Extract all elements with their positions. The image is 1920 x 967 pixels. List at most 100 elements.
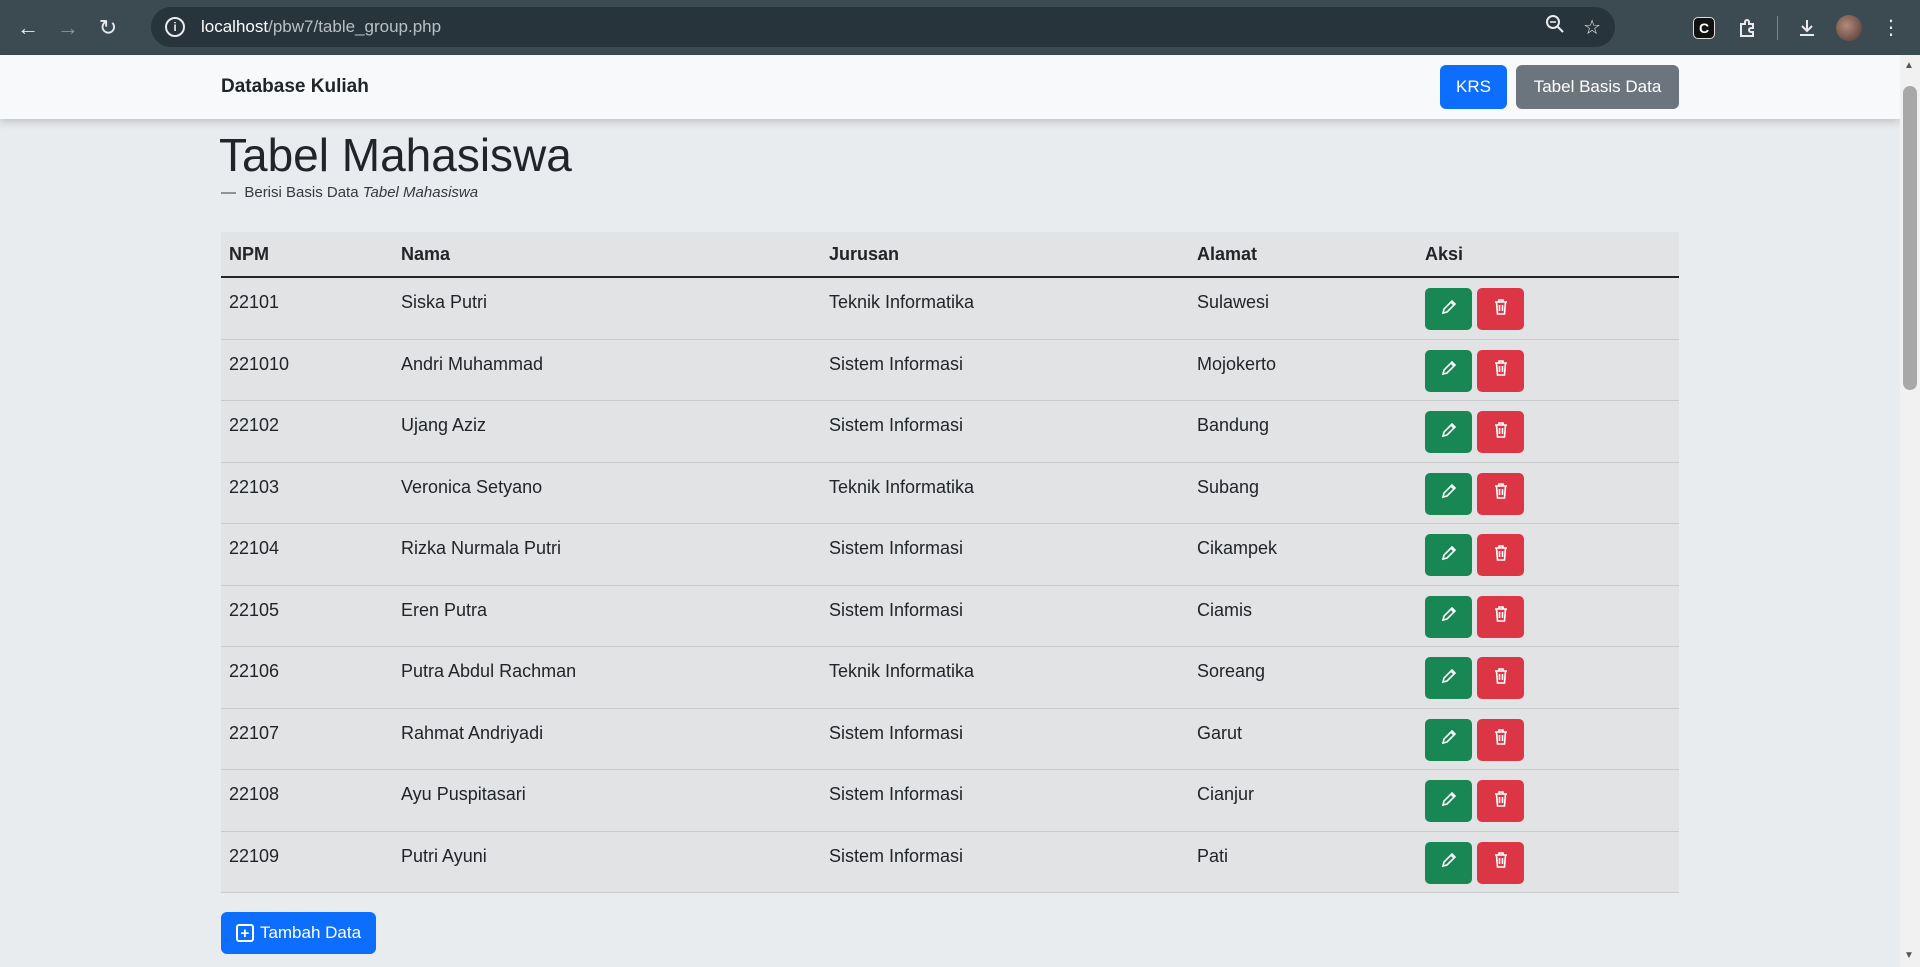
edit-button[interactable] [1425, 411, 1472, 453]
cell-aksi [1417, 832, 1679, 893]
url-host: localhost [201, 17, 269, 36]
cell-jurusan: Teknik Informatika [829, 476, 975, 497]
table-row: 22103 Veronica Setyano Teknik Informatika S… [221, 463, 1679, 524]
delete-button[interactable] [1477, 534, 1524, 576]
trash-icon [1493, 544, 1509, 567]
trash-icon [1493, 605, 1509, 628]
trash-icon [1493, 482, 1509, 505]
mahasiswa-table: NPM Nama Jurusan Alamat Aksi 22101 Siska … [221, 232, 1679, 893]
navbar-brand[interactable]: Database Kuliah [221, 76, 369, 98]
edit-button[interactable] [1425, 472, 1472, 515]
delete-button[interactable] [1477, 288, 1524, 330]
table-row: 22104 Rizka Nurmala Putri Sistem Informasi… [221, 524, 1679, 586]
cell-jurusan: Sistem Informasi [829, 845, 964, 866]
cell-npm: 22104 [229, 538, 280, 558]
edit-button[interactable] [1425, 534, 1472, 576]
profile-avatar[interactable] [1836, 14, 1862, 41]
toolbar-divider [1777, 15, 1778, 40]
cell-alamat: Pati [1197, 845, 1229, 866]
cell-npm: 22108 [229, 784, 280, 804]
header-jurusan: Jurusan [829, 243, 900, 264]
subtitle-text: Berisi Basis Data [244, 184, 359, 201]
krs-button[interactable]: KRS [1440, 65, 1507, 109]
table-row: 22107 Rahmat Andriyadi Sistem Informasi Gar… [221, 709, 1679, 770]
cell-npm: 22102 [229, 415, 280, 435]
zoom-icon[interactable] [1545, 14, 1565, 40]
pencil-icon [1440, 421, 1458, 444]
edit-button[interactable] [1425, 288, 1472, 330]
site-info-icon[interactable]: i [165, 17, 185, 37]
cell-alamat: Subang [1197, 476, 1260, 497]
scroll-up-arrow-icon[interactable]: ▲ [1904, 60, 1914, 71]
back-icon[interactable]: ← [8, 8, 48, 48]
cell-aksi [1417, 524, 1679, 585]
cell-jurusan: Sistem Informasi [829, 722, 964, 743]
cell-nama: Siska Putri [401, 292, 488, 312]
download-icon[interactable] [1792, 13, 1822, 43]
delete-button[interactable] [1477, 349, 1524, 392]
trash-icon [1493, 728, 1509, 751]
trash-icon [1493, 359, 1509, 382]
cell-aksi [1417, 463, 1679, 524]
cell-jurusan: Sistem Informasi [829, 784, 964, 804]
url-path: /pbw7/table_group.php [268, 17, 442, 36]
edit-button[interactable] [1425, 780, 1472, 822]
page-subtitle: — Berisi Basis Data Tabel Mahasiswa [221, 184, 478, 201]
pencil-icon [1440, 790, 1458, 813]
trash-icon [1493, 851, 1509, 874]
cell-npm: 22109 [229, 845, 280, 866]
cell-jurusan: Sistem Informasi [829, 538, 964, 558]
extensions-puzzle-icon[interactable] [1733, 13, 1763, 43]
delete-button[interactable] [1477, 411, 1524, 453]
pencil-icon [1440, 605, 1458, 628]
cell-npm: 221010 [229, 353, 290, 374]
tabel-basis-data-button[interactable]: Tabel Basis Data [1516, 65, 1679, 109]
delete-button[interactable] [1477, 472, 1524, 515]
cell-aksi [1417, 647, 1679, 708]
cell-nama: Putra Abdul Rachman [401, 661, 577, 681]
edit-button[interactable] [1425, 349, 1472, 392]
scrollbar-thumb[interactable] [1903, 86, 1917, 390]
cell-alamat: Ciamis [1197, 599, 1253, 620]
cell-alamat: Sulawesi [1197, 292, 1270, 312]
cell-jurusan: Teknik Informatika [829, 292, 975, 312]
delete-button[interactable] [1477, 718, 1524, 761]
reload-icon[interactable]: ↻ [88, 8, 128, 48]
cell-nama: Rahmat Andriyadi [401, 722, 544, 743]
navbar: Database Kuliah KRS Tabel Basis Data [0, 55, 1900, 119]
edit-button[interactable] [1425, 841, 1472, 884]
delete-button[interactable] [1477, 841, 1524, 884]
address-bar[interactable]: i localhost/pbw7/table_group.php ☆ [151, 7, 1615, 47]
edit-button[interactable] [1425, 657, 1472, 699]
plus-square-icon: + [235, 924, 254, 942]
table-row: 22102 Ujang Aziz Sistem Informasi Bandung [221, 401, 1679, 463]
table-row: 221010 Andri Muhammad Sistem Informasi Mojo… [221, 340, 1679, 401]
bookmark-star-icon[interactable]: ☆ [1583, 15, 1601, 40]
extension-c-icon[interactable]: C [1689, 13, 1719, 43]
table-row: 22105 Eren Putra Sistem Informasi Ciamis [221, 586, 1679, 647]
menu-kebab-icon[interactable]: ⋮ [1876, 13, 1906, 43]
cell-nama: Veronica Setyano [401, 476, 543, 497]
header-aksi: Aksi [1425, 243, 1464, 264]
delete-button[interactable] [1477, 780, 1524, 822]
scroll-down-arrow-icon[interactable]: ▼ [1904, 950, 1914, 961]
pencil-icon [1440, 544, 1458, 567]
table-body: 22101 Siska Putri Teknik Informatika Sulawe… [221, 278, 1679, 893]
forward-icon[interactable]: → [48, 8, 88, 48]
edit-button[interactable] [1425, 595, 1472, 638]
cell-alamat: Garut [1197, 722, 1243, 743]
subtitle-dash: — [221, 184, 236, 201]
tambah-data-button[interactable]: + Tambah Data [221, 912, 376, 954]
edit-button[interactable] [1425, 718, 1472, 761]
cell-nama: Rizka Nurmala Putri [401, 538, 562, 558]
cell-npm: 22107 [229, 722, 280, 743]
pencil-icon [1440, 482, 1458, 505]
table-header: NPM Nama Jurusan Alamat Aksi [221, 232, 1679, 278]
delete-button[interactable] [1477, 595, 1524, 638]
cell-nama: Andri Muhammad [401, 353, 544, 374]
delete-button[interactable] [1477, 657, 1524, 699]
cell-aksi [1417, 586, 1679, 647]
cell-jurusan: Teknik Informatika [829, 661, 975, 681]
page-title: Tabel Mahasiswa [219, 129, 572, 181]
cell-aksi [1417, 340, 1679, 401]
